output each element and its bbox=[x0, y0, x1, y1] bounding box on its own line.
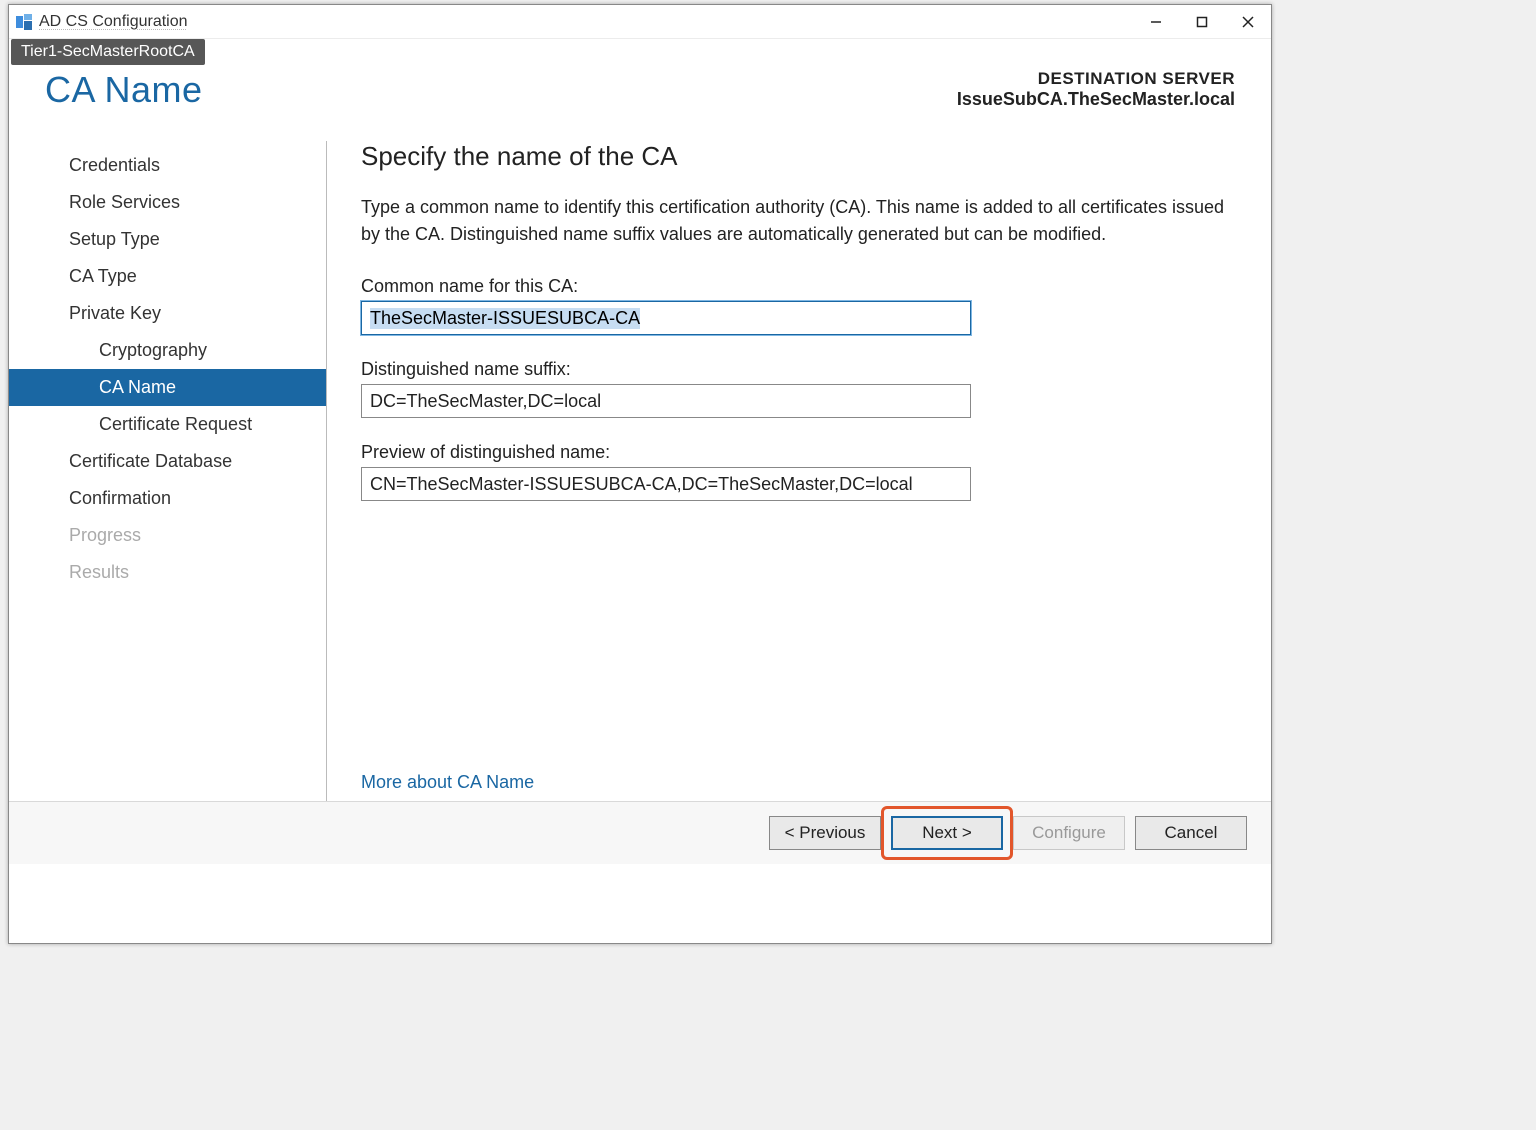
sidebar-item-certificate-request[interactable]: Certificate Request bbox=[9, 406, 326, 443]
more-about-link[interactable]: More about CA Name bbox=[361, 732, 1235, 801]
maximize-button[interactable] bbox=[1179, 5, 1225, 39]
titlebar: AD CS Configuration bbox=[9, 5, 1271, 39]
sidebar-item-label: Certificate Request bbox=[99, 414, 252, 434]
next-button[interactable]: Next > bbox=[891, 816, 1003, 850]
sidebar-item-label: Certificate Database bbox=[69, 451, 232, 471]
sidebar-item-label: Credentials bbox=[69, 155, 160, 175]
app-icon bbox=[15, 13, 33, 31]
footer: < Previous Next > Configure Cancel bbox=[9, 801, 1271, 864]
sidebar-item-label: CA Name bbox=[99, 377, 176, 397]
sidebar-item-credentials[interactable]: Credentials bbox=[9, 147, 326, 184]
minimize-button[interactable] bbox=[1133, 5, 1179, 39]
sidebar: Credentials Role Services Setup Type CA Typ… bbox=[9, 141, 327, 801]
cancel-button[interactable]: Cancel bbox=[1135, 816, 1247, 850]
sidebar-item-cryptography[interactable]: Cryptography bbox=[9, 332, 326, 369]
destination-server: DESTINATION SERVER IssueSubCA.TheSecMast… bbox=[957, 69, 1235, 110]
tooltip: Tier1-SecMasterRootCA bbox=[11, 39, 205, 65]
main-panel: Specify the name of the CA Type a common… bbox=[327, 141, 1235, 801]
sidebar-item-label: Role Services bbox=[69, 192, 180, 212]
sidebar-item-label: Progress bbox=[69, 525, 141, 545]
sidebar-item-certificate-database[interactable]: Certificate Database bbox=[9, 443, 326, 480]
sidebar-item-confirmation[interactable]: Confirmation bbox=[9, 480, 326, 517]
dn-suffix-label: Distinguished name suffix: bbox=[361, 359, 1235, 380]
sidebar-item-ca-type[interactable]: CA Type bbox=[9, 258, 326, 295]
sidebar-item-label: Confirmation bbox=[69, 488, 171, 508]
sidebar-item-label: Results bbox=[69, 562, 129, 582]
sidebar-item-label: Cryptography bbox=[99, 340, 207, 360]
common-name-input[interactable]: TheSecMaster-ISSUESUBCA-CA bbox=[361, 301, 971, 335]
sidebar-item-label: CA Type bbox=[69, 266, 137, 286]
sidebar-item-label: Setup Type bbox=[69, 229, 160, 249]
sidebar-item-private-key[interactable]: Private Key bbox=[9, 295, 326, 332]
sidebar-item-ca-name[interactable]: CA Name bbox=[9, 369, 326, 406]
window-title: AD CS Configuration bbox=[39, 13, 188, 31]
sidebar-item-role-services[interactable]: Role Services bbox=[9, 184, 326, 221]
sidebar-item-setup-type[interactable]: Setup Type bbox=[9, 221, 326, 258]
preview-input[interactable] bbox=[361, 467, 971, 501]
body-area: Credentials Role Services Setup Type CA Typ… bbox=[9, 121, 1271, 801]
common-name-label: Common name for this CA: bbox=[361, 276, 1235, 297]
sidebar-item-label: Private Key bbox=[69, 303, 161, 323]
configure-button[interactable]: Configure bbox=[1013, 816, 1125, 850]
window-controls bbox=[1133, 5, 1271, 39]
sidebar-item-progress: Progress bbox=[9, 517, 326, 554]
destination-server-label: DESTINATION SERVER bbox=[957, 69, 1235, 89]
common-name-block: Common name for this CA: TheSecMaster-IS… bbox=[361, 276, 1235, 335]
preview-block: Preview of distinguished name: bbox=[361, 442, 1235, 501]
sidebar-item-results: Results bbox=[9, 554, 326, 591]
page-title: CA Name bbox=[45, 69, 203, 111]
previous-button[interactable]: < Previous bbox=[769, 816, 881, 850]
description-text: Type a common name to identify this cert… bbox=[361, 194, 1231, 248]
wizard-window: AD CS Configuration Tier1-SecMasterRootC… bbox=[8, 4, 1272, 944]
main-heading: Specify the name of the CA bbox=[361, 141, 1235, 172]
dn-suffix-input[interactable] bbox=[361, 384, 971, 418]
preview-label: Preview of distinguished name: bbox=[361, 442, 1235, 463]
destination-server-value: IssueSubCA.TheSecMaster.local bbox=[957, 89, 1235, 110]
common-name-value: TheSecMaster-ISSUESUBCA-CA bbox=[370, 308, 640, 329]
close-button[interactable] bbox=[1225, 5, 1271, 39]
dn-suffix-block: Distinguished name suffix: bbox=[361, 359, 1235, 418]
